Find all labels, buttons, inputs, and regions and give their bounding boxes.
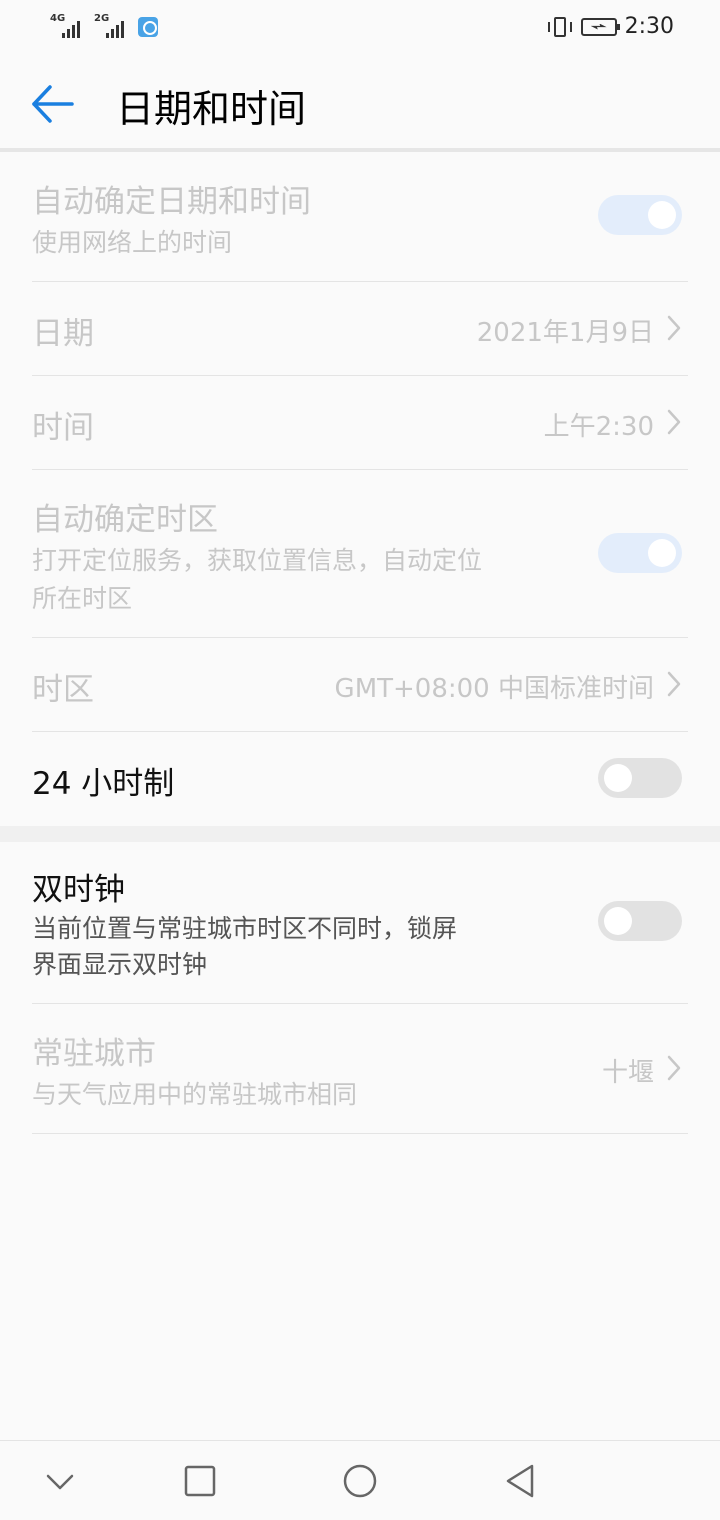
section-divider	[0, 826, 720, 842]
square-icon[interactable]	[180, 1461, 220, 1501]
setting-title: 双时钟	[32, 872, 125, 908]
setting-subtitle: 与天气应用中的常驻城市相同	[32, 1080, 358, 1109]
date-value: 2021年1月9日	[476, 318, 654, 348]
setting-title: 自动确定时区	[32, 502, 218, 538]
dual-clock-toggle[interactable]	[598, 901, 682, 941]
circle-icon[interactable]	[340, 1461, 380, 1501]
setting-24-hour[interactable]: 24 小时制	[32, 732, 688, 826]
setting-date[interactable]: 日期 2021年1月9日	[32, 282, 688, 376]
hour24-toggle[interactable]	[598, 758, 682, 798]
setting-home-city[interactable]: 常驻城市 与天气应用中的常驻城市相同 十堰	[32, 1004, 688, 1134]
home-city-value: 十堰	[601, 1058, 654, 1088]
auto-datetime-toggle[interactable]	[598, 195, 682, 235]
setting-timezone[interactable]: 时区 GMT+08:00 中国标准时间	[32, 638, 688, 732]
status-time: 2:30	[624, 14, 674, 39]
setting-subtitle-line2: 所在时区	[32, 584, 133, 613]
setting-title: 日期	[32, 316, 94, 352]
navigation-bar	[0, 1440, 720, 1520]
chevron-right-icon	[667, 1055, 681, 1081]
setting-title: 常驻城市	[32, 1036, 156, 1072]
signal-2g-icon: 2G	[94, 14, 130, 40]
chevron-down-icon[interactable]	[40, 1461, 80, 1501]
app-bar: 日期和时间	[0, 56, 720, 150]
header-divider	[0, 148, 720, 152]
setting-title: 时区	[32, 672, 94, 708]
time-value: 上午2:30	[543, 412, 654, 442]
setting-subtitle-line2: 界面显示双时钟	[32, 950, 208, 979]
setting-time[interactable]: 时间 上午2:30	[32, 376, 688, 470]
signal-4g-icon: 4G	[50, 14, 86, 40]
status-bar: 4G 2G 2:30	[0, 0, 720, 56]
triangle-back-icon[interactable]	[500, 1461, 540, 1501]
setting-dual-clock[interactable]: 双时钟 当前位置与常驻城市时区不同时，锁屏 界面显示双时钟	[32, 842, 688, 1004]
status-left: 4G 2G	[50, 14, 158, 40]
setting-title: 时间	[32, 410, 94, 446]
setting-title: 自动确定日期和时间	[32, 184, 311, 220]
setting-subtitle-line1: 打开定位服务，获取位置信息，自动定位	[32, 546, 483, 575]
setting-auto-timezone[interactable]: 自动确定时区 打开定位服务，获取位置信息，自动定位 所在时区	[32, 470, 688, 638]
vibrate-icon	[547, 16, 573, 38]
chevron-right-icon	[667, 315, 681, 341]
hotspot-icon	[138, 17, 158, 37]
auto-timezone-toggle[interactable]	[598, 533, 682, 573]
setting-title: 24 小时制	[32, 766, 175, 802]
chevron-right-icon	[667, 409, 681, 435]
setting-subtitle: 使用网络上的时间	[32, 228, 233, 257]
status-right: 2:30	[547, 14, 674, 39]
battery-charging-icon	[580, 17, 620, 36]
setting-subtitle-line1: 当前位置与常驻城市时区不同时，锁屏	[32, 914, 458, 943]
timezone-value: GMT+08:00 中国标准时间	[334, 674, 654, 704]
arrow-left-icon	[32, 85, 74, 123]
setting-auto-datetime[interactable]: 自动确定日期和时间 使用网络上的时间	[32, 160, 688, 282]
page-title: 日期和时间	[116, 87, 307, 131]
back-button[interactable]	[30, 82, 78, 126]
chevron-right-icon	[667, 671, 681, 697]
